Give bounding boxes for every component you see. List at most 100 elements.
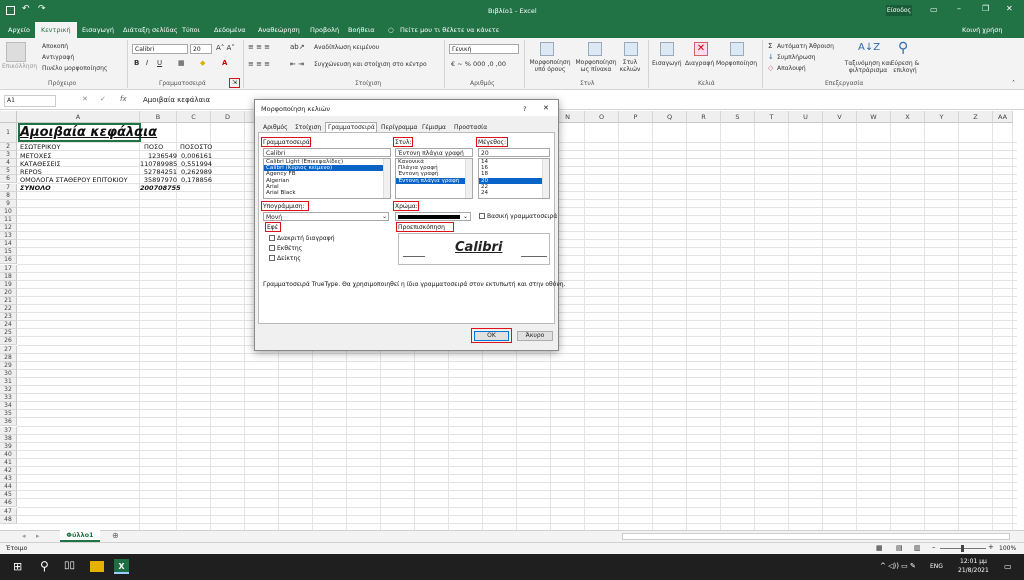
notifications-icon[interactable]: ▭ [1004, 562, 1012, 571]
row-header[interactable]: 4 [0, 159, 17, 168]
format-cells-icon[interactable] [730, 42, 744, 56]
column-header[interactable]: W [857, 111, 891, 123]
row-header[interactable]: 3 [0, 151, 17, 160]
row-header[interactable]: 15 [0, 248, 17, 257]
wrap-text-button[interactable]: Αναδίπλωση κειμένου [314, 44, 379, 51]
row-header[interactable]: 28 [0, 353, 17, 362]
tab-border[interactable]: Περίγραμμα [381, 124, 418, 131]
conditional-format-button[interactable]: Μορφοποίηση υπό όρους [528, 59, 572, 73]
tell-me-search[interactable]: Πείτε μου τι θέλετε να κάνετε [400, 26, 499, 34]
font-size-select[interactable]: 20 [190, 44, 212, 54]
row-header[interactable]: 21 [0, 296, 17, 305]
cell-styles-button[interactable]: Στυλ κελιών [616, 59, 644, 73]
tab-alignment[interactable]: Στοίχιση [295, 124, 321, 131]
underline-button[interactable]: U [157, 59, 162, 67]
redo-icon[interactable]: ↷ [38, 4, 46, 14]
next-sheet-icon[interactable]: ▸ [36, 532, 40, 540]
cell-a7[interactable]: ΣΥΝΟΛΟ [20, 184, 51, 192]
row-header[interactable]: 46 [0, 499, 17, 508]
align-left-icons[interactable]: ≡ ≡ ≡ [248, 60, 270, 68]
zoom-in-icon[interactable]: + [988, 543, 994, 551]
column-header[interactable]: B [140, 111, 177, 123]
row-header[interactable]: 12 [0, 224, 17, 233]
row-header[interactable]: 33 [0, 394, 17, 403]
tab-number[interactable]: Αριθμός [263, 124, 288, 131]
cancel-formula-icon[interactable]: ✕ [82, 95, 88, 103]
indent-icons[interactable]: ⇤ ⇥ [290, 60, 304, 68]
page-layout-icon[interactable]: ▤ [896, 544, 903, 552]
cancel-button[interactable]: Άκυρο [517, 331, 553, 341]
format-as-table-icon[interactable] [588, 42, 602, 56]
orientation-icon[interactable]: ab↗ [290, 43, 305, 51]
tab-view[interactable]: Προβολή [310, 26, 339, 34]
maximize-icon[interactable]: ❐ [982, 4, 989, 13]
clock-date[interactable]: 21/8/2021 [958, 567, 989, 574]
row-header[interactable]: 26 [0, 337, 17, 346]
row-header[interactable]: 22 [0, 305, 17, 314]
row-header[interactable]: 40 [0, 450, 17, 459]
row-header[interactable]: 42 [0, 467, 17, 476]
row-header[interactable]: 30 [0, 369, 17, 378]
row-header[interactable]: 20 [0, 288, 17, 297]
column-header[interactable]: D [211, 111, 245, 123]
prev-sheet-icon[interactable]: ◂ [22, 532, 26, 540]
cell-b7[interactable]: 200708755 [140, 184, 181, 192]
accounting-percent-comma-icons[interactable]: € ~ % 000 ,0 ,00 [451, 60, 506, 68]
row-header[interactable]: 16 [0, 256, 17, 265]
add-sheet-icon[interactable]: ⊕ [112, 531, 119, 540]
tab-data[interactable]: Δεδομένα [214, 26, 245, 34]
tab-help[interactable]: Βοήθεια [348, 26, 375, 34]
cell-c3[interactable]: 0,006161 [178, 152, 212, 160]
font-size-input[interactable]: 20 [478, 148, 550, 157]
row-header[interactable]: 27 [0, 345, 17, 354]
column-header[interactable]: R [687, 111, 721, 123]
column-header[interactable]: O [585, 111, 619, 123]
style-list-scrollbar[interactable] [465, 159, 472, 198]
signin-button[interactable]: Είσοδος [886, 5, 912, 16]
row-header[interactable]: 43 [0, 475, 17, 484]
name-box[interactable]: A1 [4, 95, 56, 107]
paste-icon[interactable] [6, 42, 26, 62]
sort-filter-button[interactable]: Ταξινόμηση και φιλτράρισμα [844, 60, 892, 74]
row-header[interactable]: 29 [0, 361, 17, 370]
row-header[interactable]: 7 [0, 183, 17, 192]
cell-a4[interactable]: ΚΑΤΑΘΕΣΕΙΣ [20, 160, 61, 168]
row-header[interactable]: 14 [0, 240, 17, 249]
help-icon[interactable]: ? [523, 105, 526, 113]
zoom-out-icon[interactable]: – [932, 543, 936, 551]
row-header[interactable]: 34 [0, 402, 17, 411]
normal-font-checkbox[interactable] [479, 213, 485, 219]
tab-protection[interactable]: Προστασία [454, 124, 487, 131]
row-header[interactable]: 6 [0, 175, 17, 184]
font-color-icon[interactable]: A [222, 59, 227, 67]
row-header[interactable]: 38 [0, 434, 17, 443]
row-header[interactable]: 2 [0, 143, 17, 152]
fill-icon[interactable]: ↓ [768, 53, 774, 61]
cell-c4[interactable]: 0,551994 [178, 160, 212, 168]
cut-button[interactable]: Αποκοπή [42, 43, 68, 50]
column-header[interactable]: AA [993, 111, 1013, 123]
font-size-list[interactable]: 14 16 18 20 22 24 [478, 158, 550, 199]
column-header[interactable]: V [823, 111, 857, 123]
font-name-list[interactable]: Calibri Light (Επικεφαλίδες) Calibri (Κύ… [263, 158, 391, 199]
row-header[interactable]: 23 [0, 313, 17, 322]
tab-font[interactable]: Γραμματοσειρά [328, 124, 375, 131]
cell-a6[interactable]: ΟΜΟΛΟΓΑ ΣΤΑΘΕΡΟΥ ΕΠΙΤΟΚΙΟΥ [20, 176, 128, 184]
share-button[interactable]: Κοινή χρήση [962, 26, 1003, 34]
sheet-tab-1[interactable]: Φύλλο1 [60, 530, 100, 542]
save-icon[interactable] [6, 6, 15, 15]
clear-button[interactable]: Απαλοιφή [777, 65, 806, 72]
merge-center-button[interactable]: Συγχώνευση και στοίχιση στο κέντρο [314, 61, 427, 68]
row-header[interactable]: 35 [0, 410, 17, 419]
subscript-checkbox[interactable] [269, 255, 275, 261]
column-header[interactable]: T [755, 111, 789, 123]
underline-select[interactable]: Μονή [263, 212, 389, 221]
minimize-icon[interactable]: – [957, 4, 961, 13]
cell-c6[interactable]: 0,178856 [178, 176, 212, 184]
zoom-slider-thumb[interactable] [961, 545, 964, 552]
column-header[interactable]: X [891, 111, 925, 123]
ribbon-display-icon[interactable]: ▭ [930, 5, 938, 14]
row-header[interactable]: 10 [0, 207, 17, 216]
clock-time[interactable]: 12:01 μμ [960, 558, 987, 565]
row-header[interactable]: 8 [0, 191, 17, 200]
